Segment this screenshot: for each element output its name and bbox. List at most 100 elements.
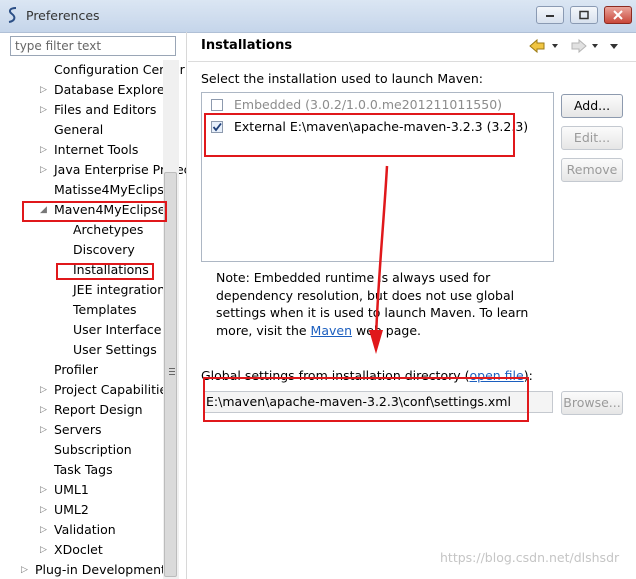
tree-item-label: Matisse4MyEclipse (54, 182, 172, 197)
history-nav (528, 37, 628, 58)
tree-item-label: Files and Editors (54, 102, 157, 117)
embedded-label: Embedded (3.0.2/1.0.0.me201211011550) (234, 97, 503, 112)
tree-item[interactable]: JEE integration (73, 280, 165, 300)
tree-item[interactable]: User Interface (73, 320, 161, 340)
tree-item-label: Maven4MyEclipse (54, 202, 166, 217)
collapsed-arrow-icon[interactable]: ▷ (21, 560, 28, 579)
tree-item-label: XDoclet (54, 542, 103, 557)
back-icon[interactable] (529, 38, 545, 54)
tree-item[interactable]: ▷ Database Explorer (40, 80, 170, 100)
minimize-icon (546, 15, 554, 17)
tree-item[interactable]: ▷ Files and Editors (40, 100, 157, 120)
tree-item[interactable]: Matisse4MyEclipse (54, 180, 172, 200)
tree-item-label: General (54, 122, 104, 137)
tree-item-label: Validation (54, 522, 116, 537)
tree-item[interactable]: ▷ XDoclet (40, 540, 103, 560)
tree-item-label: Discovery (73, 242, 135, 257)
collapsed-arrow-icon[interactable]: ▷ (40, 160, 47, 180)
external-checkbox[interactable] (211, 121, 223, 133)
scrollbar-thumb[interactable] (164, 172, 177, 577)
collapsed-arrow-icon[interactable]: ▷ (40, 480, 47, 500)
tree-item-label: Subscription (54, 442, 132, 457)
collapsed-arrow-icon[interactable]: ▷ (40, 500, 47, 520)
tree-item-label: UML2 (54, 502, 89, 517)
global-settings-tail: ): (523, 368, 533, 383)
tree-item-label: Project Capabilities (54, 382, 174, 397)
tree-item[interactable]: Profiler (54, 360, 98, 380)
view-menu-icon[interactable] (610, 44, 618, 49)
tree-item-label: Servers (54, 422, 102, 437)
embedded-checkbox[interactable] (211, 99, 223, 111)
tree-item[interactable]: ▷ UML1 (40, 480, 89, 500)
forward-menu-icon[interactable] (592, 44, 598, 48)
tree-item-label: Archetypes (73, 222, 144, 237)
annotation-arrow-icon (369, 165, 389, 354)
tree-item[interactable]: Subscription (54, 440, 132, 460)
tree-item[interactable]: ▷ UML2 (40, 500, 89, 520)
select-installation-label: Select the installation used to launch M… (201, 71, 483, 86)
filter-input[interactable] (10, 36, 176, 56)
header-separator (188, 61, 636, 62)
edit-button[interactable]: Edit... (561, 126, 623, 150)
tree-item-label: Plug-in Development (35, 562, 166, 577)
forward-icon[interactable] (571, 38, 587, 54)
tree-item-label: Templates (73, 302, 137, 317)
tree-item[interactable]: Task Tags (54, 460, 113, 480)
tree-scrollbar[interactable] (163, 60, 179, 579)
checkmark-icon (212, 122, 222, 132)
collapsed-arrow-icon[interactable]: ▷ (40, 80, 47, 100)
collapsed-arrow-icon[interactable]: ▷ (40, 100, 47, 120)
tree-item-label: Profiler (54, 362, 99, 377)
back-menu-icon[interactable] (552, 44, 558, 48)
collapsed-arrow-icon[interactable]: ▷ (40, 420, 47, 440)
tree-item[interactable]: Installations (73, 260, 149, 280)
tree-item[interactable]: ▷ Project Capabilities (40, 380, 174, 400)
collapsed-arrow-icon[interactable]: ▷ (40, 540, 47, 560)
tree-item-label: Task Tags (54, 462, 113, 477)
tree-item[interactable]: General (54, 120, 103, 140)
add-button[interactable]: Add... (561, 94, 623, 118)
tree-item-label: JEE integration (73, 282, 166, 297)
tree-item-label: Internet Tools (54, 142, 139, 157)
tree-item-label: Installations (73, 262, 149, 277)
watermark: https://blog.csdn.net/dlshsdr (440, 550, 620, 565)
tree-item[interactable]: ▷ Report Design (40, 400, 143, 420)
tree-item[interactable]: Templates (73, 300, 137, 320)
tree-item-label: Report Design (54, 402, 143, 417)
pane-divider[interactable] (186, 32, 187, 579)
tree-item[interactable]: User Settings (73, 340, 157, 360)
collapsed-arrow-icon[interactable]: ▷ (40, 400, 47, 420)
preferences-tree: Configuration Center ▷ Database Explorer ▷ F… (0, 60, 186, 579)
maximize-button[interactable] (570, 6, 598, 24)
tree-item-label: User Interface (73, 322, 162, 337)
tree-item-label: User Settings (73, 342, 157, 357)
tree-item-label: Database Explorer (54, 82, 170, 97)
open-file-link[interactable]: open file (470, 368, 524, 383)
tree-item[interactable]: ▷ Internet Tools (40, 140, 139, 160)
maven-link[interactable]: Maven (311, 323, 352, 338)
tree-item[interactable]: ▷ Servers (40, 420, 102, 440)
page-title: Installations (201, 38, 293, 53)
tree-item[interactable]: ▷ Validation (40, 520, 116, 540)
tree-item[interactable]: Archetypes (73, 220, 143, 240)
maximize-icon (579, 10, 589, 20)
external-label: External E:\maven\apache-maven-3.2.3 (3.… (234, 119, 529, 134)
tree-item-label: UML1 (54, 482, 89, 497)
close-button[interactable] (604, 6, 632, 24)
collapsed-arrow-icon[interactable]: ▷ (40, 520, 47, 540)
global-settings-path-field[interactable]: E:\maven\apache-maven-3.2.3\conf\setting… (203, 391, 553, 413)
remove-button[interactable]: Remove (561, 158, 623, 182)
global-settings-label: Global settings from installation direct… (201, 368, 533, 383)
app-icon (8, 7, 17, 23)
browse-button[interactable]: Browse... (561, 391, 623, 415)
title-bar: Preferences (0, 0, 636, 33)
tree-item[interactable]: ◢ Maven4MyEclipse (40, 200, 166, 220)
close-icon (613, 10, 623, 20)
expanded-arrow-icon[interactable]: ◢ (40, 200, 47, 220)
tree-item[interactable]: ▷ Plug-in Development (21, 560, 166, 579)
grip-icon (169, 368, 175, 377)
minimize-button[interactable] (536, 6, 564, 24)
tree-item[interactable]: Discovery (73, 240, 135, 260)
collapsed-arrow-icon[interactable]: ▷ (40, 380, 47, 400)
collapsed-arrow-icon[interactable]: ▷ (40, 140, 47, 160)
